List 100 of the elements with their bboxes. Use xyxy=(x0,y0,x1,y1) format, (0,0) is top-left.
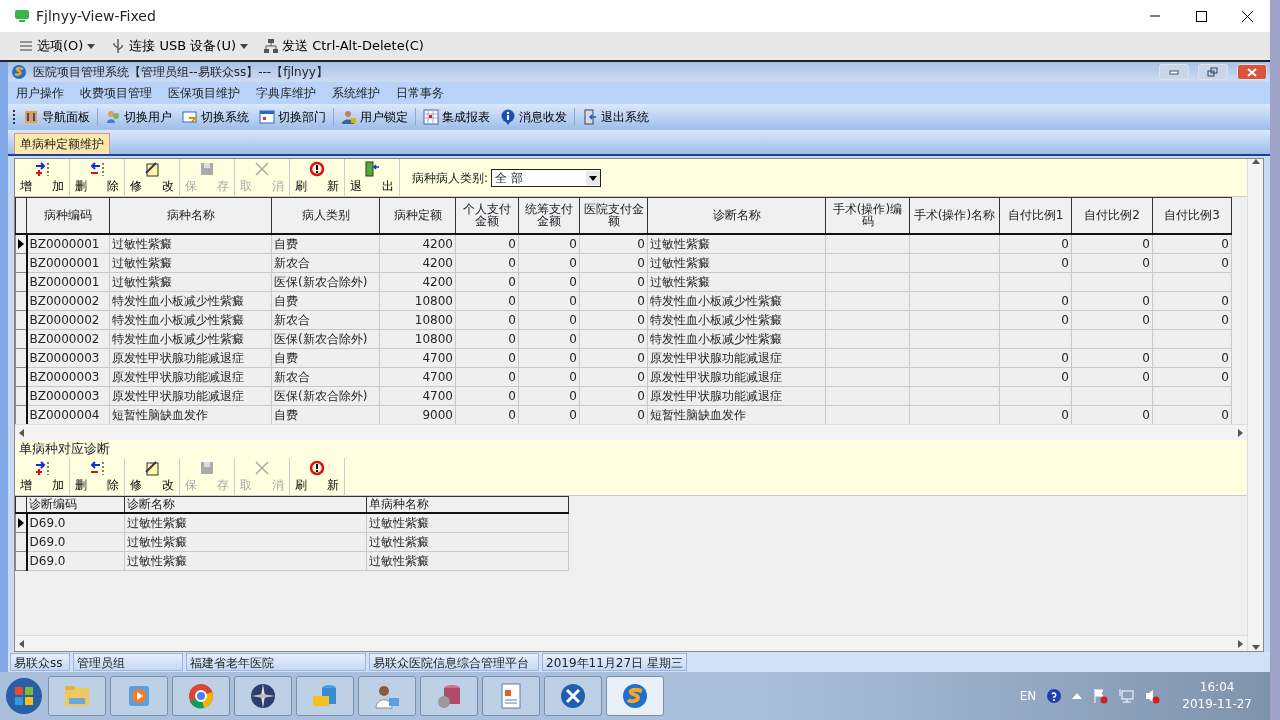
toolbar-button[interactable]: 导航面板 xyxy=(20,108,93,126)
logo-icon xyxy=(11,64,27,80)
column-header[interactable]: 手术(操作)名称 xyxy=(909,197,1000,234)
column-header[interactable]: 病种名称 xyxy=(109,197,272,234)
start-button[interactable] xyxy=(4,676,44,716)
row-pointer-icon xyxy=(16,517,25,529)
show-hidden-icon[interactable] xyxy=(1072,692,1083,700)
toolbar-button[interactable]: 切换部门 xyxy=(256,108,329,126)
table-cell: 0 xyxy=(508,255,516,270)
table-cell: 9000 xyxy=(422,407,453,422)
category-select[interactable]: 全 部 xyxy=(491,168,602,187)
table-cell: 原发性甲状腺功能减退症 xyxy=(650,369,782,384)
table-cell: 4700 xyxy=(422,350,453,365)
flag-error-icon[interactable] xyxy=(1092,688,1109,704)
toolbar-button[interactable]: 切换用户 xyxy=(102,108,175,126)
table-cell: 0 xyxy=(1221,293,1229,308)
status-field: 易联众医院信息综合管理平台 xyxy=(369,653,539,671)
toolbar-button[interactable]: 用户锁定 xyxy=(338,108,411,126)
toolbar-button[interactable]: 切换系统 xyxy=(179,108,252,126)
close-button[interactable] xyxy=(1237,64,1267,80)
table-cell: 0 xyxy=(1142,236,1150,251)
menu-item[interactable]: 收费项目管理 xyxy=(80,84,152,102)
toolbar-menu-button[interactable]: 选项(O) xyxy=(18,36,97,56)
scroll-right-icon xyxy=(1237,428,1243,437)
column-header[interactable]: 诊断名称 xyxy=(124,496,367,513)
column-header[interactable]: 自付比例2 xyxy=(1071,197,1153,234)
toolbar-button[interactable]: 增 加 xyxy=(15,458,70,495)
toolbar-button[interactable]: 删 除 xyxy=(70,458,125,495)
network-icon[interactable] xyxy=(1118,688,1135,704)
taskbar-button[interactable] xyxy=(234,676,292,716)
table-cell: 0 xyxy=(1221,407,1229,422)
table-cell: 原发性甲状腺功能减退症 xyxy=(112,388,244,403)
table-cell: BZ0000002 xyxy=(29,312,100,327)
toolbar-button[interactable]: 修 改 xyxy=(125,458,180,495)
table-cell: 4200 xyxy=(422,236,453,251)
table-cell: 0 xyxy=(1142,350,1150,365)
table-cell: 特发性血小板减少性紫癜 xyxy=(112,331,244,346)
taskbar-button[interactable] xyxy=(606,676,664,716)
help-icon[interactable] xyxy=(1046,688,1063,704)
toolbar-menu-button[interactable]: 发送 Ctrl-Alt-Delete(C) xyxy=(263,36,424,56)
table-cell: 医保(新农合除外) xyxy=(274,274,368,289)
toolbar-button[interactable]: 刷 新 xyxy=(290,159,345,196)
table-cell: BZ0000003 xyxy=(29,350,100,365)
table-cell: 0 xyxy=(1061,407,1069,422)
taskbar-button[interactable] xyxy=(544,676,602,716)
toolbar-button[interactable]: 增 加 xyxy=(15,159,70,196)
tab[interactable]: 单病种定额维护 xyxy=(14,133,110,154)
toolbar-button[interactable]: 退出系统 xyxy=(579,108,652,126)
column-header[interactable]: 自付比例1 xyxy=(999,197,1072,234)
menu-item[interactable]: 字典库维护 xyxy=(256,84,316,102)
column-header[interactable]: 统筹支付金额 xyxy=(518,197,580,234)
taskbar-button[interactable] xyxy=(482,676,540,716)
table-cell: 0 xyxy=(1142,407,1150,422)
column-header[interactable]: 诊断名称 xyxy=(647,197,826,234)
taskbar-button[interactable] xyxy=(172,676,230,716)
table-cell: 0 xyxy=(637,255,645,270)
toolbar-button[interactable]: 消息收发 xyxy=(497,108,570,126)
column-header[interactable]: 手术(操作)编码 xyxy=(825,197,910,234)
taskbar-button[interactable] xyxy=(420,676,478,716)
toolbar-button[interactable]: 集成报表 xyxy=(420,108,493,126)
table-cell: 新农合 xyxy=(274,369,310,384)
column-header[interactable]: 个人支付金额 xyxy=(455,197,519,234)
column-header[interactable]: 病人类别 xyxy=(271,197,380,234)
table-cell: 0 xyxy=(1061,350,1069,365)
toolbar-button[interactable]: 退 出 xyxy=(345,159,400,196)
column-header[interactable]: 病种编码 xyxy=(26,197,110,234)
table-cell: 原发性甲状腺功能减退症 xyxy=(112,350,244,365)
caret-icon xyxy=(86,42,97,50)
table-cell: 0 xyxy=(1221,312,1229,327)
table-cell: 自费 xyxy=(274,350,298,365)
table-cell: 0 xyxy=(1221,236,1229,251)
table-cell: 原发性甲状腺功能减退症 xyxy=(650,350,782,365)
toolbar-menu-button[interactable]: 连接 USB 设备(U) xyxy=(110,36,249,56)
column-header[interactable]: 医院支付金额 xyxy=(579,197,648,234)
column-header[interactable]: 病种定额 xyxy=(379,197,456,234)
column-header[interactable]: 诊断编码 xyxy=(26,496,125,513)
taskbar-button[interactable] xyxy=(358,676,416,716)
table-cell: 0 xyxy=(569,236,577,251)
table-cell: 医保(新农合除外) xyxy=(274,331,368,346)
minimize-button[interactable] xyxy=(1159,64,1189,80)
table-cell: 0 xyxy=(569,274,577,289)
menu-item[interactable]: 系统维护 xyxy=(332,84,380,102)
restore-icon xyxy=(1205,65,1221,79)
status-field: 福建省老年医院 xyxy=(186,653,366,671)
column-header[interactable]: 单病种名称 xyxy=(366,496,569,513)
speaker-muted-icon[interactable] xyxy=(1144,688,1161,704)
menu-item[interactable]: 用户操作 xyxy=(16,84,64,102)
table-cell: 0 xyxy=(1061,293,1069,308)
toolbar-button[interactable]: 刷 新 xyxy=(290,458,345,495)
scroll-right-icon xyxy=(1237,639,1243,648)
toolbar-button[interactable]: 删 除 xyxy=(70,159,125,196)
exit-door-icon xyxy=(364,161,380,177)
menu-item[interactable]: 医保项目维护 xyxy=(168,84,240,102)
menu-icon xyxy=(18,38,34,54)
toolbar-button[interactable]: 修 改 xyxy=(125,159,180,196)
column-header[interactable]: 自付比例3 xyxy=(1152,197,1232,234)
table-cell: 特发性血小板减少性紫癜 xyxy=(650,331,782,346)
menu-item[interactable]: 日常事务 xyxy=(396,84,444,102)
table-cell: D69.0 xyxy=(29,515,66,530)
restore-button[interactable] xyxy=(1198,64,1228,80)
